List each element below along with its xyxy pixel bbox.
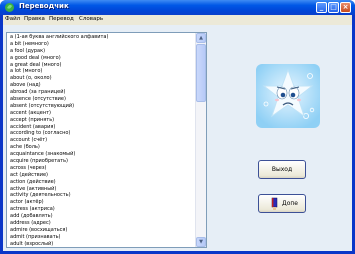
menu-file[interactable]: Файл — [5, 16, 20, 22]
list-item[interactable]: actress (актриса) — [8, 206, 196, 213]
list-item[interactable]: a lot (много) — [8, 68, 196, 75]
mascot-star-image — [256, 64, 320, 128]
title-bar[interactable]: Переводчик _ □ × — [0, 0, 355, 15]
list-item[interactable]: a good deal (много) — [8, 55, 196, 62]
list-item[interactable]: a great deal (много) — [8, 62, 196, 69]
list-item[interactable]: about (о, около) — [8, 75, 196, 82]
list-item[interactable]: absent (отсутствующий) — [8, 103, 196, 110]
list-item[interactable]: actor (актёр) — [8, 199, 196, 206]
list-item[interactable]: according to (согласно) — [8, 130, 196, 137]
help-button-label: Допе — [282, 200, 298, 207]
list-item[interactable]: accident (авария) — [8, 124, 196, 131]
list-item[interactable]: a (1-ая буква английского алфавита) — [8, 34, 196, 41]
list-item[interactable]: a fool (дурак) — [8, 48, 196, 55]
vertical-scrollbar[interactable]: ▲ ▼ — [195, 33, 206, 247]
client-area: Файл Правка Перевод Словарь a (1-ая букв… — [3, 15, 352, 251]
word-list: a (1-ая буква английского алфавита) a bit… — [8, 34, 196, 247]
menu-edit[interactable]: Правка — [24, 16, 45, 22]
list-item[interactable]: action (действие) — [8, 179, 196, 186]
list-item[interactable]: above (над) — [8, 82, 196, 89]
book-help-icon — [271, 197, 278, 210]
word-listbox[interactable]: a (1-ая буква английского алфавита) a bit… — [6, 32, 207, 248]
list-item[interactable]: accent (акцент) — [8, 110, 196, 117]
list-item[interactable]: active (активный) — [8, 186, 196, 193]
list-item[interactable]: address (адрес) — [8, 220, 196, 227]
app-icon — [5, 3, 14, 12]
list-item[interactable]: admit (признавать) — [8, 234, 196, 241]
close-button[interactable]: × — [340, 2, 351, 13]
window-title: Переводчик — [19, 2, 69, 10]
list-item[interactable]: account (счёт) — [8, 137, 196, 144]
scroll-thumb[interactable] — [196, 44, 206, 102]
help-button[interactable]: Допе — [258, 194, 306, 213]
menu-translate[interactable]: Перевод — [49, 16, 74, 22]
menu-bar: Файл Правка Перевод Словарь — [3, 15, 352, 25]
list-item[interactable]: add (добавлять) — [8, 213, 196, 220]
scroll-up-button[interactable]: ▲ — [196, 33, 206, 43]
main-panel: a (1-ая буква английского алфавита) a bit… — [3, 25, 352, 251]
maximize-button[interactable]: □ — [328, 2, 339, 13]
list-item[interactable]: a bit (немного) — [8, 41, 196, 48]
menu-dictionary[interactable]: Словарь — [79, 16, 103, 22]
list-item[interactable]: act (действие) — [8, 172, 196, 179]
list-item[interactable]: accept (принять) — [8, 117, 196, 124]
list-item[interactable]: absence (отсутствие) — [8, 96, 196, 103]
app-window: Переводчик _ □ × Файл Правка Перевод Сло… — [0, 0, 355, 254]
list-item[interactable]: admire (восхищаться) — [8, 227, 196, 234]
list-item[interactable]: across (через) — [8, 165, 196, 172]
list-item[interactable]: abroad (за границей) — [8, 89, 196, 96]
list-item[interactable]: adult (взрослый) — [8, 241, 196, 247]
list-item[interactable]: activity (деятельность) — [8, 192, 196, 199]
list-item[interactable]: acquaintance (знакомый) — [8, 151, 196, 158]
minimize-button[interactable]: _ — [316, 2, 327, 13]
list-item[interactable]: ache (боль) — [8, 144, 196, 151]
exit-button[interactable]: Выход — [258, 160, 306, 179]
scroll-down-button[interactable]: ▼ — [196, 237, 206, 247]
list-item[interactable]: acquire (приобретать) — [8, 158, 196, 165]
